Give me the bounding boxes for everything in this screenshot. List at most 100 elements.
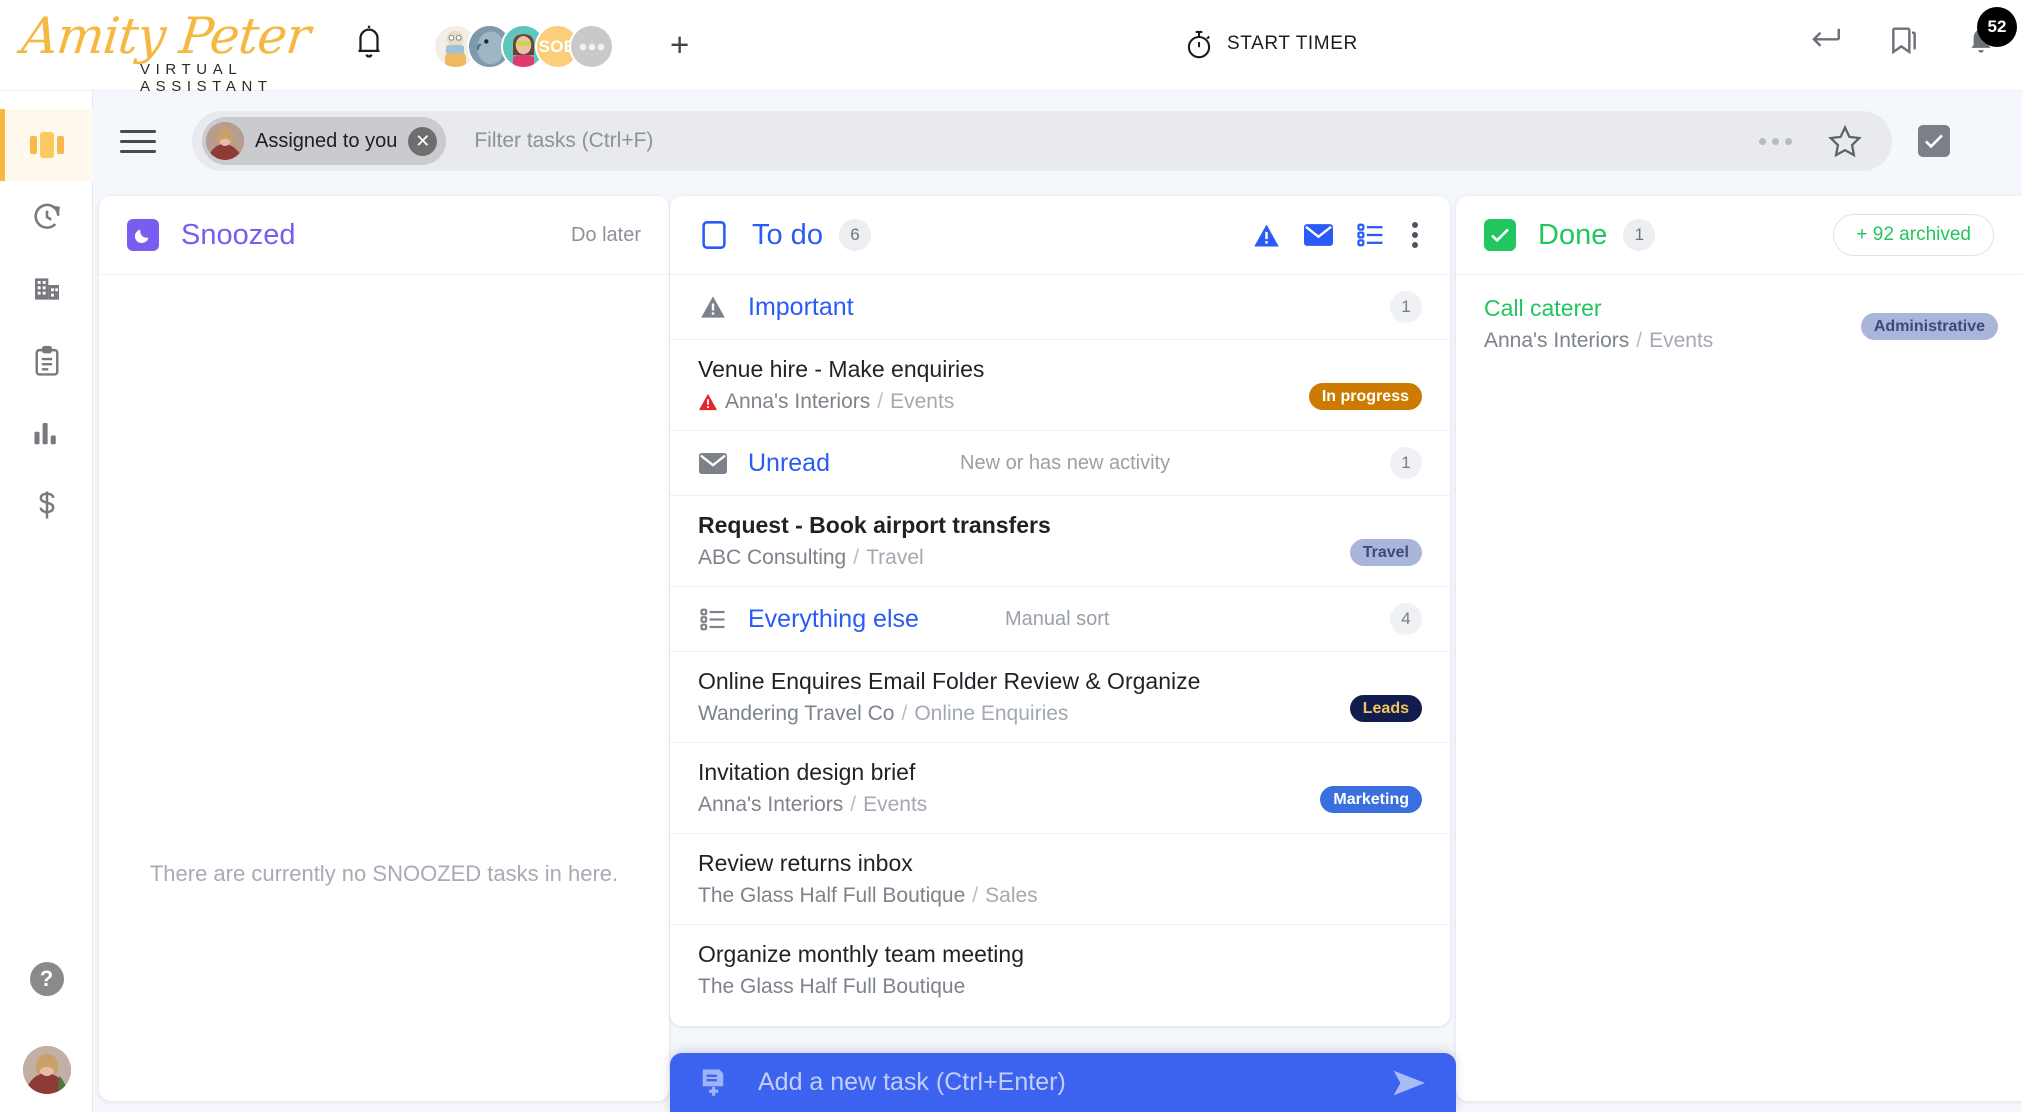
send-icon[interactable] (1392, 1068, 1428, 1098)
task-context: Events (890, 390, 955, 413)
more-vertical-icon[interactable] (1408, 218, 1422, 252)
task-company: Anna's Interiors (698, 793, 844, 816)
filter-chip-assigned-to-you[interactable]: Assigned to you ✕ (202, 117, 447, 165)
sidebar-item-board[interactable] (0, 109, 93, 181)
status-badge: Travel (1349, 539, 1422, 566)
snoozed-subtitle: Do later (570, 223, 641, 246)
todo-header: To do 6 (670, 196, 1450, 274)
task-title: Online Enquires Email Folder Review & Or… (698, 668, 1201, 694)
start-timer-button[interactable]: START TIMER (1184, 28, 1358, 60)
task-row[interactable]: Venue hire - Make enquiries Anna's Inter… (670, 340, 1450, 430)
return-arrow-icon[interactable] (1810, 24, 1844, 58)
logo-name: Amity Peter (18, 7, 313, 65)
task-row[interactable]: Invitation design brief Anna's Interiors… (670, 743, 1450, 833)
building-icon (31, 273, 63, 305)
section-title: Important (748, 292, 854, 321)
add-member-button[interactable]: + (670, 28, 689, 61)
bell-icon[interactable] (352, 22, 386, 60)
todo-count: 6 (838, 219, 871, 251)
warning-triangle-icon[interactable] (1253, 223, 1280, 248)
snoozed-header: Snoozed Do later (99, 196, 669, 274)
close-icon[interactable]: ✕ (408, 126, 438, 156)
meta-separator: / (1636, 329, 1643, 352)
board-icon (29, 130, 64, 160)
add-task-bar[interactable]: Add a new task (Ctrl+Enter) (670, 1053, 1456, 1112)
section-note: New or has new activity (960, 451, 1171, 474)
task-meta: Anna's Interiors / Events (698, 793, 1422, 817)
app-logo[interactable]: Amity Peter VIRTUAL ASSISTANT (18, 7, 372, 95)
task-company: Anna's Interiors (725, 390, 871, 413)
bookmark-icon[interactable] (1888, 24, 1922, 58)
meta-separator: / (850, 793, 857, 816)
user-avatar[interactable] (22, 1046, 71, 1094)
sidebar-item-reports[interactable] (0, 397, 93, 469)
sidebar-item-time[interactable] (0, 181, 93, 253)
notification-count-badge: 52 (1977, 7, 2017, 47)
meta-separator: / (853, 546, 860, 569)
archived-button[interactable]: + 92 archived (1833, 214, 1994, 256)
task-company: ABC Consulting (698, 546, 847, 569)
sidebar-item-tasks[interactable] (0, 325, 93, 397)
add-task-input[interactable]: Add a new task (Ctrl+Enter) (758, 1068, 1066, 1097)
filter-chip-label: Assigned to you (255, 129, 398, 152)
section-count: 1 (1390, 447, 1422, 479)
top-right-actions: 52 (1810, 7, 2017, 58)
status-badge: Marketing (1320, 786, 1422, 813)
envelope-icon (698, 452, 728, 474)
task-context: Events (863, 793, 928, 816)
clipboard-icon (32, 345, 62, 377)
filter-tasks-input[interactable]: Filter tasks (Ctrl+F) (474, 129, 653, 153)
section-note: Manual sort (1004, 607, 1110, 630)
sidebar-item-billing[interactable] (0, 469, 93, 541)
square-outline-icon (698, 219, 730, 251)
task-title: Invitation design brief (698, 759, 916, 785)
task-row[interactable]: Organize monthly team meeting The Glass … (670, 925, 1450, 1015)
task-company: The Glass Half Full Boutique (698, 884, 966, 907)
moon-icon (127, 219, 159, 251)
task-context: Sales (985, 884, 1038, 907)
envelope-icon[interactable] (1304, 224, 1333, 246)
help-icon[interactable]: ? (29, 962, 64, 996)
section-header-unread[interactable]: Unread New or has new activity 1 (670, 431, 1450, 495)
snoozed-title: Snoozed (181, 218, 296, 251)
section-title: Unread (748, 448, 830, 477)
section-header-everything-else[interactable]: Everything else Manual sort 4 (670, 587, 1450, 651)
task-meta: The Glass Half Full Boutique (698, 975, 1422, 999)
meta-separator: / (877, 390, 884, 413)
task-title: Venue hire - Make enquiries (698, 356, 985, 382)
more-horizontal-icon[interactable] (1759, 137, 1792, 145)
left-sidebar: ? (0, 91, 93, 1112)
checkbox-checked-icon[interactable] (1918, 125, 1950, 157)
sidebar-item-companies[interactable] (0, 253, 93, 325)
start-timer-label: START TIMER (1227, 33, 1358, 54)
task-row[interactable]: Request - Book airport transfers ABC Con… (670, 496, 1450, 586)
filter-field[interactable]: Assigned to you ✕ Filter tasks (Ctrl+F) (192, 111, 1892, 171)
notification-bell-icon[interactable]: 52 (1966, 7, 2017, 58)
todo-title: To do (752, 218, 823, 251)
section-count: 4 (1390, 603, 1422, 635)
list-icon (698, 608, 728, 631)
task-title: Review returns inbox (698, 850, 913, 876)
task-context: Events (1649, 329, 1714, 352)
list-icon[interactable] (1357, 223, 1384, 247)
task-company: The Glass Half Full Boutique (698, 975, 966, 998)
task-row[interactable]: Online Enquires Email Folder Review & Or… (670, 652, 1450, 742)
red-warning-icon (698, 393, 718, 411)
task-meta: The Glass Half Full Boutique / Sales (698, 884, 1422, 908)
task-row[interactable]: Call caterer Anna's Interiors / Events A… (1456, 275, 2022, 369)
column-todo: To do 6 Important 1 Venue hire - Make en… (670, 196, 1450, 1026)
task-meta: Wandering Travel Co / Online Enquiries (698, 702, 1422, 726)
status-badge: Administrative (1860, 313, 1998, 340)
avatar-more[interactable] (569, 24, 614, 69)
task-company: Wandering Travel Co (698, 702, 895, 725)
meta-separator: / (972, 884, 979, 907)
task-row[interactable]: Review returns inbox The Glass Half Full… (670, 834, 1450, 924)
section-header-important[interactable]: Important 1 (670, 275, 1450, 339)
sidebar-bottom: ? (0, 962, 93, 1094)
star-icon[interactable] (1828, 124, 1862, 158)
dollar-icon (33, 489, 61, 521)
warning-triangle-icon (698, 295, 728, 319)
meta-separator: / (901, 702, 908, 725)
hamburger-menu-icon[interactable] (120, 123, 156, 160)
avatar-group[interactable]: SOB (433, 24, 614, 69)
